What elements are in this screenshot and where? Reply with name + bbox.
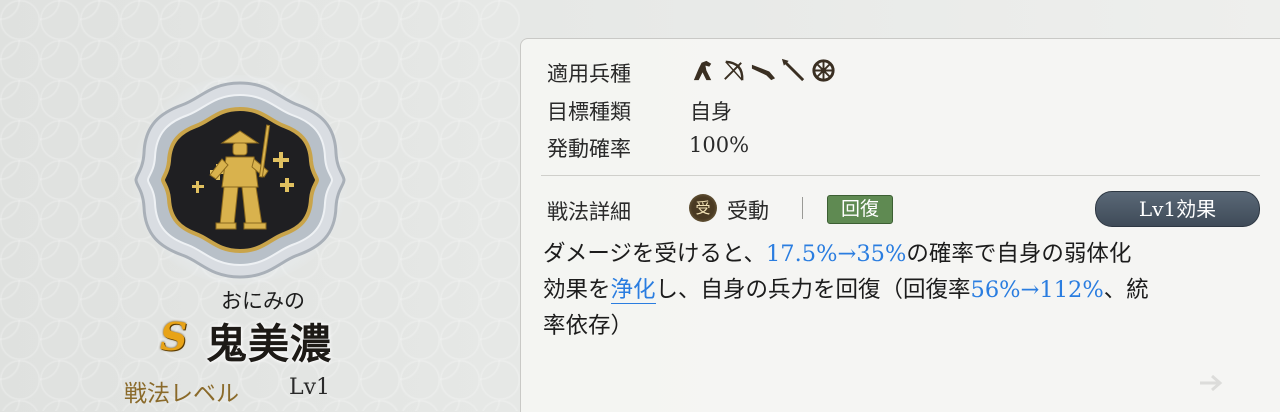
type-separator (802, 197, 803, 219)
desc-text: ダメージを受けると、 (543, 241, 766, 267)
heal-tag: 回復 (827, 195, 893, 224)
rarity-badge: S (160, 314, 188, 359)
passive-type-icon: 受 (689, 194, 717, 222)
desc-text: し、自身の兵力を回復（回復率 (655, 277, 971, 303)
skill-type-text: 受動 (727, 199, 769, 223)
target-type-value: 自身 (690, 100, 732, 124)
activation-rate-value: 100% (689, 133, 750, 157)
skill-description: ダメージを受けると、17.5%→35%の確率で自身の弱体化効果を浄化し、自身の兵… (543, 236, 1263, 344)
troop-type-label: 適用兵種 (547, 62, 631, 86)
siege-wheel-icon (812, 59, 835, 82)
spear-icon (781, 58, 805, 82)
skill-emblem (130, 75, 350, 285)
section-divider (541, 175, 1260, 176)
troop-type-icons (690, 57, 837, 85)
heal-rate-value: 56%→112% (970, 277, 1104, 303)
skill-level-label: 戦法レベル (124, 381, 239, 407)
desc-text: 率依存） (543, 313, 634, 339)
desc-text: 効果を (543, 277, 611, 303)
bow-icon (724, 60, 744, 81)
armored-samurai-emblem-icon (134, 81, 346, 279)
skill-level-value: Lv1 (289, 375, 331, 400)
skill-name: 鬼美濃 (206, 320, 332, 368)
cavalry-icon (693, 60, 712, 81)
rifle-icon (751, 64, 776, 81)
desc-text: 、統 (1103, 277, 1149, 303)
target-type-label: 目標種類 (547, 100, 631, 124)
activation-rate-label: 発動確率 (547, 137, 631, 161)
skill-detail-label: 戦法詳細 (547, 200, 631, 224)
corner-arrow-icon (1200, 374, 1223, 392)
level-effect-button[interactable]: Lv1効果 (1095, 191, 1260, 227)
cleanse-keyword-link[interactable]: 浄化 (610, 277, 656, 304)
desc-text: の確率で自身の弱体化 (906, 241, 1132, 267)
trigger-rate-value: 17.5%→35% (765, 241, 907, 267)
